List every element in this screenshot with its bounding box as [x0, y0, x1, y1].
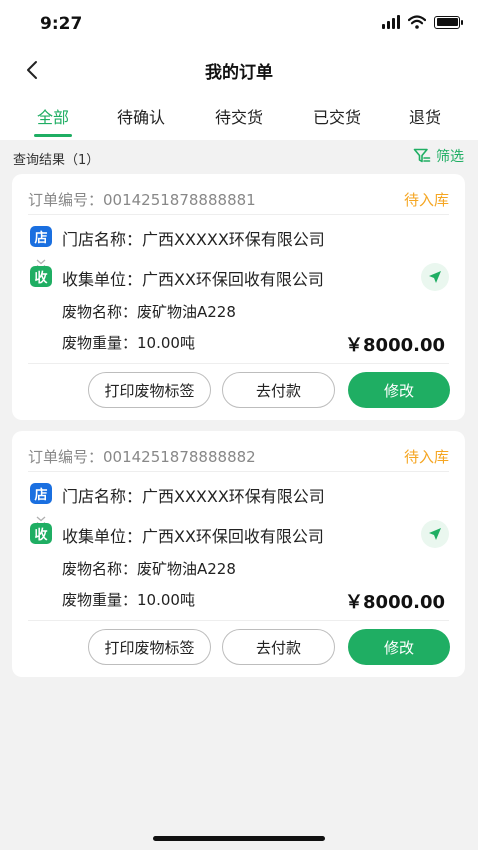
filter-icon: [413, 148, 431, 163]
result-bar: 查询结果（1） 筛选: [0, 140, 478, 172]
location-arrow-icon: [429, 271, 441, 283]
divider: [28, 363, 449, 364]
print-label-button[interactable]: 打印废物标签: [88, 372, 211, 408]
waste-name: 废物名称：废矿物油A228: [62, 303, 236, 321]
active-tab-indicator: [34, 134, 72, 137]
status-bar: 9:27: [0, 0, 478, 48]
pay-button[interactable]: 去付款: [222, 372, 335, 408]
tab-pending-delivery[interactable]: 待交货: [215, 104, 263, 128]
status-time: 9:27: [40, 14, 83, 34]
tab-all[interactable]: 全部: [37, 104, 69, 128]
order-number: 订单编号：0014251878888882: [28, 448, 256, 466]
divider: [28, 620, 449, 621]
collector-line: 收 收集单位：广西XX环保回收有限公司: [28, 263, 449, 291]
store-name: 门店名称：广西XXXXX环保有限公司: [62, 487, 325, 506]
store-line: 店 门店名称：广西XXXXX环保有限公司: [28, 481, 449, 507]
order-price: ￥8000.00: [345, 335, 445, 356]
navigate-button[interactable]: [421, 263, 449, 291]
signal-icon: [382, 15, 400, 29]
filter-button[interactable]: 筛选: [413, 146, 464, 166]
navigate-button[interactable]: [421, 520, 449, 548]
order-tabs: 全部 待确认 待交货 已交货 退货: [0, 100, 478, 140]
order-header: 订单编号：0014251878888882 待入库: [28, 444, 449, 472]
waste-name: 废物名称：废矿物油A228: [62, 560, 236, 578]
nav-bar: 我的订单: [0, 48, 478, 92]
print-label-button[interactable]: 打印废物标签: [88, 629, 211, 665]
status-icons: [382, 15, 463, 29]
page-title: 我的订单: [205, 63, 273, 83]
collect-badge: 收: [30, 523, 52, 544]
order-price: ￥8000.00: [345, 592, 445, 613]
store-line: 店 门店名称：广西XXXXX环保有限公司: [28, 224, 449, 250]
store-badge: 店: [30, 483, 52, 504]
order-card[interactable]: 订单编号：0014251878888882 待入库 店 门店名称：广西XXXXX…: [12, 431, 465, 677]
store-badge: 店: [30, 226, 52, 247]
home-indicator: [153, 836, 325, 841]
battery-icon: [434, 15, 463, 29]
filter-label: 筛选: [436, 149, 464, 165]
waste-weight: 废物重量：10.00吨: [62, 334, 195, 352]
order-card[interactable]: 订单编号：0014251878888881 待入库 店 门店名称：广西XXXXX…: [12, 174, 465, 420]
tab-returns[interactable]: 退货: [409, 104, 441, 128]
store-name: 门店名称：广西XXXXX环保有限公司: [62, 230, 325, 249]
order-status: 待入库: [403, 448, 449, 466]
order-status: 待入库: [403, 191, 449, 209]
edit-button[interactable]: 修改: [348, 372, 450, 408]
tab-pending-confirm[interactable]: 待确认: [117, 104, 165, 128]
collector-name: 收集单位：广西XX环保回收有限公司: [62, 527, 324, 546]
location-arrow-icon: [429, 528, 441, 540]
order-header: 订单编号：0014251878888881 待入库: [28, 187, 449, 215]
wifi-icon: [408, 15, 426, 29]
order-number: 订单编号：0014251878888881: [28, 191, 256, 209]
waste-weight: 废物重量：10.00吨: [62, 591, 195, 609]
edit-button[interactable]: 修改: [348, 629, 450, 665]
tab-delivered[interactable]: 已交货: [313, 104, 361, 128]
collector-line: 收 收集单位：广西XX环保回收有限公司: [28, 520, 449, 548]
collect-badge: 收: [30, 266, 52, 287]
pay-button[interactable]: 去付款: [222, 629, 335, 665]
result-count: 查询结果（1）: [13, 153, 100, 168]
collector-name: 收集单位：广西XX环保回收有限公司: [62, 270, 324, 289]
